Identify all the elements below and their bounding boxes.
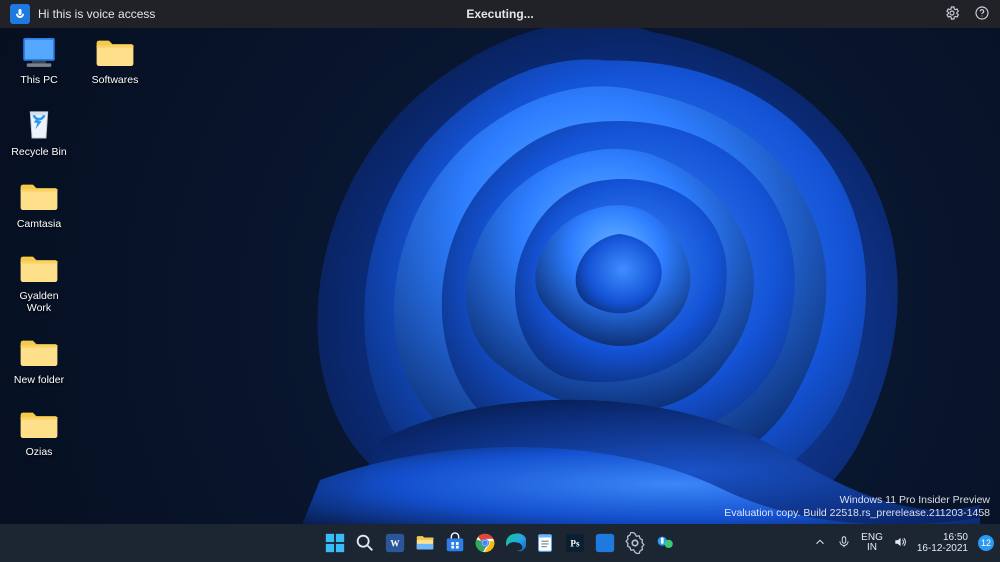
- desktop-icon-softwares[interactable]: Softwares: [84, 32, 146, 86]
- taskbar-voice-access[interactable]: [652, 530, 678, 556]
- voice-access-status: Executing...: [466, 7, 533, 21]
- desktop-icon-label: New folder: [14, 374, 64, 386]
- taskbar-edge[interactable]: [502, 530, 528, 556]
- desktop-icon-this-pc[interactable]: This PC: [8, 32, 70, 86]
- desktop-icon-label: This PC: [20, 74, 57, 86]
- search-icon: [354, 532, 376, 554]
- settings-icon: [624, 532, 646, 554]
- clock-date: 16-12-2021: [917, 543, 968, 554]
- voice-access-icon: [654, 532, 676, 554]
- voice-access-prompt: Hi this is voice access: [38, 7, 155, 21]
- desktop-icon-label: Ozias: [26, 446, 53, 458]
- tray-volume[interactable]: [893, 535, 907, 552]
- edge-icon: [504, 532, 526, 554]
- desktop-icon-label: Camtasia: [17, 218, 61, 230]
- help-icon: [974, 5, 990, 21]
- watermark-line1: Windows 11 Pro Insider Preview: [724, 494, 990, 507]
- folder-icon: [18, 404, 60, 444]
- voice-access-settings[interactable]: [944, 5, 960, 24]
- svg-text:Ps: Ps: [570, 539, 580, 549]
- notepad-icon: [534, 532, 556, 554]
- desktop-icon-new-folder[interactable]: New folder: [8, 332, 70, 386]
- svg-text:W: W: [390, 539, 400, 549]
- taskbar-start[interactable]: [322, 530, 348, 556]
- chevron-up-icon: [813, 535, 827, 549]
- voice-access-bar: Hi this is voice access Executing...: [0, 0, 1000, 28]
- taskbar-search[interactable]: [352, 530, 378, 556]
- taskbar-word[interactable]: W: [382, 530, 408, 556]
- taskbar: W Ps ENG IN 16:50 16-12-2021 12: [0, 524, 1000, 562]
- folder-icon: [18, 248, 60, 288]
- windows-watermark: Windows 11 Pro Insider Preview Evaluatio…: [724, 494, 990, 520]
- mic-icon: [14, 8, 26, 20]
- tray-language[interactable]: ENG IN: [861, 533, 883, 554]
- folder-icon: [94, 32, 136, 72]
- clock-time: 16:50: [917, 532, 968, 543]
- tray-mic[interactable]: [837, 535, 851, 552]
- watermark-line2: Evaluation copy. Build 22518.rs_prerelea…: [724, 507, 990, 520]
- folder-icon: [18, 332, 60, 372]
- taskbar-center: W Ps: [322, 530, 678, 556]
- tray-notification-count[interactable]: 12: [978, 535, 994, 551]
- desktop-icon-camtasia[interactable]: Camtasia: [8, 176, 70, 230]
- taskbar-app-generic[interactable]: [592, 530, 618, 556]
- taskbar-notepad[interactable]: [532, 530, 558, 556]
- desktop-icon-label: Gyalden Work: [8, 290, 70, 314]
- tray-overflow[interactable]: [813, 535, 827, 552]
- desktop-icon-ozias[interactable]: Ozias: [8, 404, 70, 458]
- system-tray: ENG IN 16:50 16-12-2021 12: [813, 524, 1000, 562]
- chrome-icon: [474, 532, 496, 554]
- taskbar-settings[interactable]: [622, 530, 648, 556]
- taskbar-photoshop[interactable]: Ps: [562, 530, 588, 556]
- store-icon: [444, 532, 466, 554]
- pc-icon: [18, 32, 60, 72]
- windows-start-icon: [324, 532, 346, 554]
- app-icon: Ps: [564, 532, 586, 554]
- desktop-icon-recycle-bin[interactable]: Recycle Bin: [8, 104, 70, 158]
- mic-toggle[interactable]: [10, 4, 30, 24]
- volume-icon: [893, 535, 907, 549]
- lang-bottom: IN: [861, 543, 883, 554]
- tray-clock[interactable]: 16:50 16-12-2021: [917, 532, 968, 554]
- mic-icon: [837, 535, 851, 549]
- voice-access-help[interactable]: [974, 5, 990, 24]
- app-icon: [594, 532, 616, 554]
- taskbar-file-explorer[interactable]: [412, 530, 438, 556]
- file-explorer-icon: [414, 532, 436, 554]
- desktop-icon-label: Softwares: [92, 74, 139, 86]
- app-icon: W: [384, 532, 406, 554]
- desktop: This PC Recycle Bin Camtasia Gyalden Work Ne…: [8, 32, 146, 458]
- gear-icon: [944, 5, 960, 21]
- taskbar-microsoft-store[interactable]: [442, 530, 468, 556]
- taskbar-chrome[interactable]: [472, 530, 498, 556]
- folder-icon: [18, 176, 60, 216]
- desktop-icon-label: Recycle Bin: [11, 146, 66, 158]
- desktop-wallpaper: [0, 0, 1000, 562]
- recycle-bin-icon: [18, 104, 60, 144]
- desktop-icon-gyalden-work[interactable]: Gyalden Work: [8, 248, 70, 314]
